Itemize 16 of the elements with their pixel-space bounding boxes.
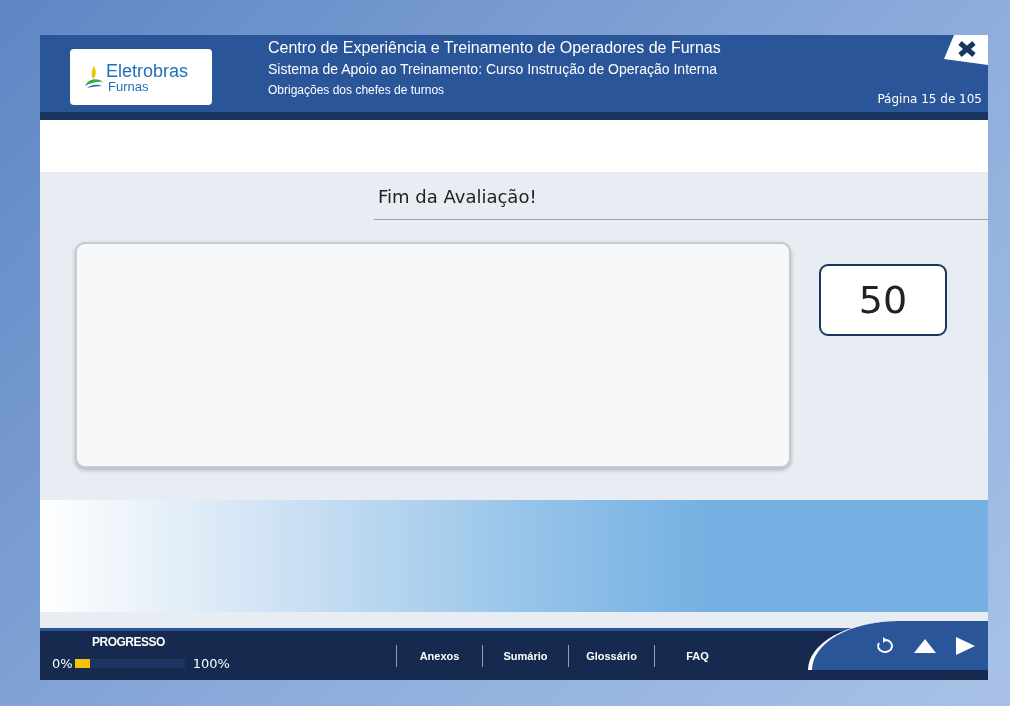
section-title: Obrigações dos chefes de turnos	[268, 83, 446, 97]
window-title: Centro de Experiência e Treinamento de Operadores de Furnas	[268, 39, 721, 57]
assessment-heading: Fim da Avaliação!	[374, 172, 988, 220]
leaf-icon	[84, 64, 104, 90]
course-subtitle: Sistema de Apoio ao Treinamento: Curso Instrução de Operação Interna	[268, 61, 719, 77]
footer-link[interactable]: FAQ	[655, 649, 740, 662]
logo-brand: Eletrobras	[106, 61, 189, 80]
progress-start: 0%	[52, 656, 73, 671]
progress-label: PROGRESSO	[92, 635, 165, 649]
footer-link[interactable]: Glossário	[569, 649, 654, 662]
score-display: 50	[819, 264, 947, 336]
page-counter: Página 15 de 105	[877, 92, 982, 106]
logo-subtitle: Furnas	[108, 79, 150, 93]
footer-link[interactable]: Anexos	[397, 649, 482, 662]
progress-end: 100%	[192, 656, 230, 671]
footer-link[interactable]: Sumário	[483, 649, 568, 662]
